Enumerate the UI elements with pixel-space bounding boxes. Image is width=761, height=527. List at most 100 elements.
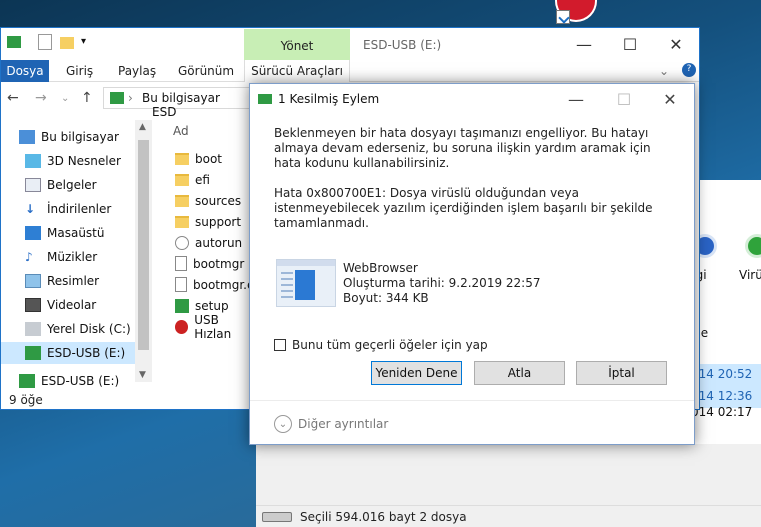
ribbon-tabs: Dosya Giriş Paylaş Görünüm Sürücü Araçla… (1, 60, 699, 82)
usb-icon (19, 374, 35, 388)
disk-icon (25, 322, 41, 336)
sidebar-item-documents[interactable]: Belgeler (25, 174, 97, 196)
list-item[interactable]: sources (175, 190, 241, 211)
skip-button[interactable]: Atla (474, 361, 565, 385)
dialog-title: 1 Kesilmiş Eylem (278, 92, 380, 106)
breadcrumb-this-pc[interactable]: Bu bilgisayar (142, 91, 220, 105)
tab-home[interactable]: Giriş (66, 60, 93, 82)
sidebar-item-this-pc[interactable]: Bu bilgisayar (19, 126, 119, 148)
document-icon (25, 178, 41, 192)
tab-drive-tools[interactable]: Sürücü Araçları (244, 60, 350, 82)
up-arrow-icon[interactable]: ↑ (81, 90, 93, 106)
sidebar-item-esd-usb-2[interactable]: ESD-USB (E:) (19, 370, 119, 392)
breadcrumb-separator-icon: › (128, 91, 133, 105)
file-name: WebBrowser (343, 261, 418, 275)
recent-locations-icon[interactable]: ⌄ (61, 93, 69, 104)
close-button[interactable]: ✕ (653, 28, 699, 60)
customize-quick-access-icon[interactable]: ▾ (81, 36, 86, 54)
tab-file[interactable]: Dosya (1, 60, 49, 82)
pc-icon (110, 92, 124, 104)
file-thumbnail-icon (276, 259, 336, 307)
sidebar-scrollbar[interactable]: ▲ ▼ (135, 120, 152, 382)
file-info: WebBrowser Oluşturma tarihi: 9.2.2019 22… (343, 261, 540, 306)
virus-icon (745, 234, 761, 258)
checkbox-label: Bunu tüm geçerli öğeler için yap (292, 338, 488, 352)
list-item[interactable]: bootmgr (175, 253, 244, 274)
navigation-pane: Bu bilgisayar 3D Nesneler Belgeler ↓ İndi… (1, 120, 153, 388)
forward-arrow-icon[interactable]: → (35, 90, 47, 106)
sidebar-item-downloads[interactable]: ↓ İndirilenler (25, 198, 111, 220)
list-item[interactable]: boot (175, 148, 222, 169)
scroll-down-icon[interactable]: ▼ (139, 370, 146, 380)
error-dialog: 1 Kesilmiş Eylem — ☐ ✕ Beklenmeyen bir h… (249, 83, 695, 445)
download-icon: ↓ (25, 202, 36, 216)
dialog-maximize-button: ☐ (616, 89, 632, 109)
more-details-toggle[interactable]: ⌄ Diğer ayrıntılar (274, 415, 388, 433)
sidebar-item-3d[interactable]: 3D Nesneler (25, 150, 121, 172)
expand-ribbon-icon[interactable]: ⌄ (659, 60, 669, 82)
tab-view[interactable]: Görünüm (178, 60, 234, 82)
list-item[interactable]: bootmgr.e (175, 274, 254, 295)
shortcut-arrow-icon (556, 10, 570, 24)
cancel-button[interactable]: İptal (576, 361, 667, 385)
background-window-bottom: Seçili 594.016 bayt 2 dosya (256, 444, 761, 527)
tab-share[interactable]: Paylaş (118, 60, 156, 82)
maximize-button[interactable]: ☐ (607, 28, 653, 60)
cube-icon (25, 154, 41, 168)
sidebar-item-desktop[interactable]: Masaüstü (25, 222, 104, 244)
video-icon (25, 298, 41, 312)
transfer-icon (258, 94, 272, 104)
bg-label-2: Virü (739, 268, 761, 282)
dialog-minimize-button[interactable]: — (556, 88, 596, 110)
sidebar-item-esd-usb[interactable]: ESD-USB (E:) (1, 342, 135, 364)
usb-icon (25, 346, 41, 360)
folder-icon (175, 194, 189, 207)
checkbox-box[interactable] (274, 339, 286, 351)
sidebar-item-local-disk[interactable]: Yerel Disk (C:) (25, 318, 131, 340)
folder-icon (175, 215, 189, 228)
music-icon: ♪ (25, 250, 33, 264)
file-list: Ad boot efi sources support autorun boot… (161, 120, 256, 382)
drive-small-icon (7, 36, 21, 48)
column-header-name[interactable]: Ad (173, 124, 189, 138)
list-item[interactable]: efi (175, 169, 210, 190)
address-bar[interactable]: › Bu bilgisayar ESD (103, 87, 253, 119)
sidebar-item-videos[interactable]: Videolar (25, 294, 96, 316)
drive-icon (262, 512, 292, 522)
error-message: Beklenmeyen bir hata dosyayı taşımanızı … (274, 126, 651, 170)
file-size: Boyut: 344 KB (343, 291, 429, 305)
error-code-message: Hata 0x800700E1: Dosya virüslü olduğunda… (274, 186, 653, 230)
properties-icon[interactable] (38, 34, 52, 50)
scroll-up-icon[interactable]: ▲ (139, 122, 146, 132)
computer-icon (19, 130, 35, 144)
title-bar: ▾ Yönet ESD-USB (E:) — ☐ ✕ (1, 28, 699, 60)
folder-icon (175, 173, 189, 186)
dialog-close-button[interactable]: ✕ (650, 88, 690, 110)
apply-to-all-checkbox[interactable]: Bunu tüm geçerli öğeler için yap (274, 338, 488, 352)
picture-icon (25, 274, 41, 288)
dialog-footer: ⌄ Diğer ayrıntılar (250, 400, 694, 444)
folder-icon (175, 152, 189, 165)
list-item[interactable]: autorun (175, 232, 242, 253)
autorun-icon (175, 235, 189, 250)
dialog-title-bar: 1 Kesilmiş Eylem — ☐ ✕ (250, 84, 694, 114)
window-title: ESD-USB (E:) (363, 38, 442, 52)
list-item[interactable]: support (175, 211, 241, 232)
back-arrow-icon[interactable]: ← (7, 90, 19, 106)
list-item[interactable]: USB Hızlan (175, 313, 256, 341)
file-created: Oluşturma tarihi: 9.2.2019 22:57 (343, 276, 541, 290)
setup-icon (175, 298, 189, 313)
minimize-button[interactable]: — (561, 28, 607, 60)
table-row[interactable]: 014 02:17 (691, 405, 752, 419)
sidebar-item-music[interactable]: ♪ Müzikler (25, 246, 97, 268)
scrollbar-thumb[interactable] (138, 140, 149, 350)
retry-button[interactable]: Yeniden Dene (371, 361, 462, 385)
breadcrumb-esd[interactable]: ESD (152, 105, 176, 119)
help-icon[interactable]: ? (682, 63, 696, 77)
new-folder-icon[interactable] (60, 37, 74, 49)
desktop-icon (25, 226, 41, 240)
sidebar-item-pictures[interactable]: Resimler (25, 270, 99, 292)
more-details-label: Diğer ayrıntılar (298, 417, 389, 431)
tab-manage[interactable]: Yönet (244, 29, 350, 60)
chevron-down-icon[interactable]: ⌄ (274, 415, 292, 433)
